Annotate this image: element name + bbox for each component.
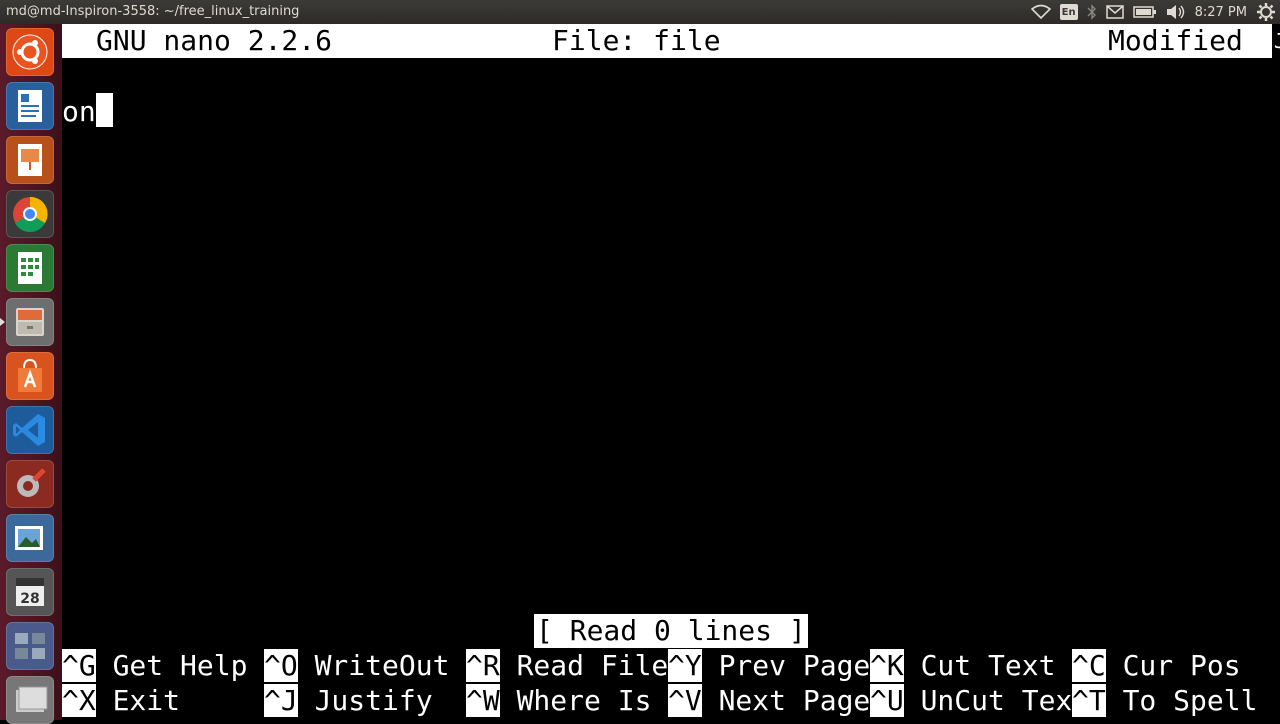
files-launcher-button[interactable] [0, 298, 54, 346]
shortcut-item[interactable]: ^C Cur Pos [1072, 649, 1241, 683]
shortcut-item[interactable]: ^R Read File [466, 649, 668, 683]
workspaces-launcher-button[interactable] [6, 622, 54, 670]
shortcut-key: ^T [1072, 684, 1106, 717]
shortcut-label: Cut Text [903, 649, 1056, 682]
shortcut-label: UnCut Tex [903, 684, 1073, 717]
shortcut-label: WriteOut [297, 649, 450, 682]
shortcut-key: ^U [870, 684, 904, 717]
shortcut-key: ^K [870, 649, 904, 682]
clock[interactable]: 8:27 PM [1195, 5, 1247, 20]
photo-icon [15, 526, 43, 550]
shortcut-label: Cur Pos [1105, 649, 1241, 682]
chrome-launcher-button[interactable] [6, 190, 54, 238]
editor-buffer[interactable]: on [62, 93, 113, 130]
calendar-icon: 28 [16, 578, 44, 607]
shortcut-item[interactable]: ^X Exit [62, 684, 180, 718]
nano-title-bar: GNU nano 2.2.6 File: file Modified [62, 24, 1272, 58]
clipped-scrollbar-glyph: J [1274, 24, 1280, 58]
shortcut-key: ^X [62, 684, 96, 717]
shortcut-key: ^Y [668, 649, 702, 682]
shortcut-item[interactable]: ^V Next Page [668, 684, 870, 718]
file-cabinet-icon [16, 308, 44, 336]
shortcut-key: ^G [62, 649, 96, 682]
unity-launcher: 28 [0, 24, 63, 724]
text-cursor [95, 93, 113, 127]
status-message: [ Read 0 lines ] [534, 614, 808, 648]
shortcut-key: ^J [264, 684, 298, 717]
shortcut-label: Exit [95, 684, 181, 717]
shortcut-key: ^C [1072, 649, 1106, 682]
shortcut-item[interactable]: ^T To Spell [1072, 684, 1257, 718]
impress-launcher-button[interactable] [6, 136, 54, 184]
buffer-text: on [62, 95, 96, 128]
shortcut-item[interactable]: ^W Where Is [466, 684, 651, 718]
file-name-label: File: file [552, 24, 721, 57]
calc-launcher-button[interactable] [6, 244, 54, 292]
modified-indicator: Modified [1108, 24, 1243, 57]
settings-gear-icon[interactable] [1256, 2, 1276, 22]
shortcut-item[interactable]: ^J Justify [264, 684, 433, 718]
shortcut-label: Next Page [701, 684, 871, 717]
software-center-launcher-button[interactable] [6, 352, 54, 400]
system-settings-launcher-button[interactable] [6, 460, 54, 508]
calendar-day: 28 [20, 591, 39, 607]
chrome-icon [13, 196, 48, 232]
writer-launcher-button[interactable] [6, 82, 54, 130]
keyboard-layout-icon[interactable]: En [1059, 4, 1078, 20]
indicator-area: En 8:27 PM [1030, 0, 1276, 24]
top-panel: md@md-Inspiron-3558: ~/free_linux_traini… [0, 0, 1280, 24]
window-title: md@md-Inspiron-3558: ~/free_linux_traini… [6, 4, 300, 19]
running-indicator [0, 318, 5, 326]
dash-home-button[interactable] [6, 28, 54, 76]
calc-spreadsheet-icon [18, 252, 42, 284]
bluetooth-icon[interactable] [1087, 4, 1097, 20]
shortcut-item[interactable]: ^Y Prev Page [668, 649, 870, 683]
shortcut-row-bottom: ^X Exit ^J Justify ^W Where Is ^V Next Page… [62, 684, 1280, 718]
shortcut-key: ^R [466, 649, 500, 682]
calendar-launcher-button[interactable]: 28 [6, 568, 54, 616]
shortcut-label: Read File [499, 649, 669, 682]
shortcut-item[interactable]: ^O WriteOut [264, 649, 449, 683]
settings-wrench-icon [17, 468, 46, 497]
shortcut-label: Where Is [499, 684, 652, 717]
shortcut-label: Get Help [95, 649, 248, 682]
workspace-switcher-icon [15, 633, 45, 659]
shortcut-key: ^O [264, 649, 298, 682]
vscode-icon [13, 414, 45, 446]
nano-version: GNU nano 2.2.6 [96, 24, 333, 57]
terminal-window[interactable]: GNU nano 2.2.6 File: file Modified J on … [62, 24, 1280, 720]
volume-icon[interactable] [1166, 4, 1186, 20]
shortcut-row-top: ^G Get Help ^O WriteOut ^R Read File ^Y Pre… [62, 649, 1280, 683]
shortcut-item[interactable]: ^G Get Help [62, 649, 247, 683]
shortcut-label: Justify [297, 684, 433, 717]
image-viewer-launcher-button[interactable] [6, 514, 54, 562]
shortcut-item[interactable]: ^K Cut Text [870, 649, 1055, 683]
shopping-bag-icon [18, 358, 42, 392]
shortcut-label: Prev Page [701, 649, 871, 682]
trash-launcher-button[interactable] [6, 676, 54, 724]
battery-icon[interactable] [1132, 5, 1157, 19]
shortcut-label: To Spell [1105, 684, 1258, 717]
mail-icon[interactable] [1105, 5, 1124, 19]
stacked-windows-icon [16, 686, 48, 712]
shortcut-key: ^V [668, 684, 702, 717]
impress-presentation-icon [18, 144, 42, 176]
shortcut-item[interactable]: ^U UnCut Tex [870, 684, 1072, 718]
shortcut-key: ^W [466, 684, 500, 717]
wifi-icon[interactable] [1030, 4, 1051, 20]
writer-doc-icon [18, 90, 42, 122]
vscode-launcher-button[interactable] [6, 406, 54, 454]
ubuntu-logo-icon [12, 34, 48, 70]
